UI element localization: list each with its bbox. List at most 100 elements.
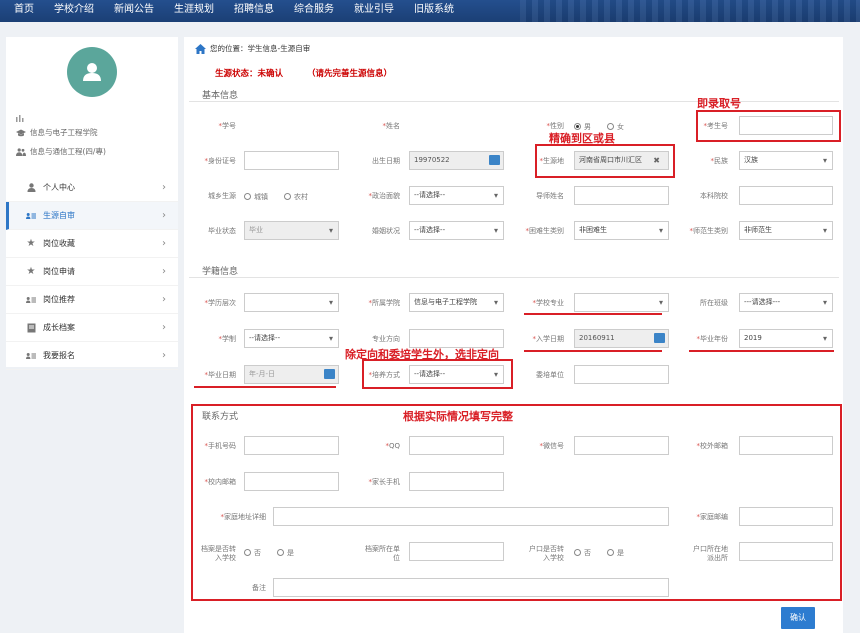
class-select[interactable]: ---请选择--- bbox=[739, 293, 833, 312]
confirm-button[interactable]: 确认 bbox=[781, 607, 815, 629]
user-icon bbox=[83, 63, 101, 81]
nav-home[interactable]: 首页 bbox=[0, 0, 44, 22]
id-card-label: *身份证号 bbox=[204, 157, 237, 165]
annotation-exam-no: 即录取号 bbox=[697, 97, 741, 110]
sidebar-major: 信息与通信工程(四/專) bbox=[16, 146, 106, 157]
nav-services[interactable]: 综合服务 bbox=[284, 0, 344, 22]
annotation-box-train-mode bbox=[362, 359, 513, 389]
underline-enroll bbox=[524, 350, 662, 352]
main-panel: 您的位置：学生信息-生源自审 生源状态：未确认 （请先完善生源信息） 基本信息 *… bbox=[184, 37, 843, 633]
college-label: *所属学院 bbox=[368, 299, 401, 307]
political-label: *政治面貌 bbox=[368, 192, 401, 200]
urban-rural-label: 城乡生源 bbox=[208, 192, 236, 200]
person-icon bbox=[26, 183, 36, 193]
sidebar-item-job-applications[interactable]: ★ 岗位申请 › bbox=[6, 258, 178, 286]
marital-select[interactable]: --请选择-- bbox=[409, 221, 504, 240]
grad-status-label: 毕业状态 bbox=[208, 227, 236, 235]
hardship-select[interactable]: 非困难生 bbox=[574, 221, 669, 240]
nav-employment-guide[interactable]: 就业引导 bbox=[344, 0, 404, 22]
urban-radio[interactable]: 城镇 bbox=[244, 192, 268, 202]
star-icon: ★ bbox=[26, 238, 36, 249]
grad-status-select[interactable]: 毕业 bbox=[244, 221, 339, 240]
student-id-label: *学号 bbox=[218, 122, 237, 130]
political-select[interactable]: --请选择-- bbox=[409, 186, 504, 205]
sidebar-item-source-review[interactable]: 生源自审 › bbox=[6, 202, 178, 230]
annotation-box-contact bbox=[191, 404, 842, 601]
nav-recruitment[interactable]: 招聘信息 bbox=[224, 0, 284, 22]
id-card-icon bbox=[26, 295, 36, 305]
undergrad-input[interactable] bbox=[739, 186, 833, 205]
annotation-train-mode: 除定向和委培学生外，选非定向 bbox=[345, 348, 499, 361]
divider bbox=[189, 277, 839, 278]
blurred-user-name bbox=[16, 114, 76, 122]
tutor-input[interactable] bbox=[574, 186, 669, 205]
sidebar-college: 信息与电子工程学院 bbox=[16, 127, 98, 138]
chevron-right-icon: › bbox=[162, 322, 166, 333]
normal-select[interactable]: 非师范生 bbox=[739, 221, 833, 240]
entrust-input[interactable] bbox=[574, 365, 669, 384]
underline-grad-year bbox=[689, 350, 834, 352]
book-icon bbox=[26, 323, 36, 333]
undergrad-label: 本科院校 bbox=[700, 192, 728, 200]
breadcrumb: 您的位置：学生信息-生源自审 bbox=[195, 43, 310, 54]
section-title-basic: 基本信息 bbox=[202, 91, 239, 101]
level-select[interactable] bbox=[244, 293, 339, 312]
sidebar-item-sign-up[interactable]: 我要报名 › bbox=[6, 342, 178, 370]
underline-grad-date bbox=[194, 386, 336, 388]
nav-career-planning[interactable]: 生涯规划 bbox=[164, 0, 224, 22]
nav-school-intro[interactable]: 学校介绍 bbox=[44, 0, 104, 22]
underline-major bbox=[524, 313, 662, 315]
name-label: *姓名 bbox=[382, 122, 401, 130]
sidebar-item-growth-archive[interactable]: 成长档案 › bbox=[6, 314, 178, 342]
id-card-input[interactable] bbox=[244, 151, 339, 170]
chevron-right-icon: › bbox=[162, 210, 166, 221]
id-card-icon bbox=[26, 211, 36, 221]
sidebar-item-personal-center[interactable]: 个人中心 › bbox=[6, 174, 178, 202]
annotation-contact: 根据实际情况填写完整 bbox=[403, 410, 513, 423]
rural-radio[interactable]: 农村 bbox=[284, 192, 308, 202]
entrust-label: 委培单位 bbox=[536, 371, 564, 379]
home-icon[interactable] bbox=[195, 43, 206, 54]
grad-year-select[interactable]: 2019 bbox=[739, 329, 833, 348]
major-select[interactable] bbox=[574, 293, 669, 312]
section-title-school: 学籍信息 bbox=[202, 267, 239, 277]
grad-year-label: *毕业年份 bbox=[696, 335, 729, 343]
birth-date-input[interactable]: 19970522 bbox=[409, 151, 504, 170]
divider bbox=[189, 101, 839, 102]
tutor-label: 导师姓名 bbox=[536, 192, 564, 200]
enroll-label: *入学日期 bbox=[532, 335, 565, 343]
marital-label: 婚姻状况 bbox=[372, 227, 400, 235]
status-text: 生源状态：未确认 （请先完善生源信息） bbox=[215, 69, 393, 79]
urban-rural-radio-group: 城镇 农村 bbox=[244, 192, 308, 202]
college-select[interactable]: 信息与电子工程学院 bbox=[409, 293, 504, 312]
star-icon: ★ bbox=[26, 266, 36, 277]
nav-news[interactable]: 新闻公告 bbox=[104, 0, 164, 22]
level-label: *学历层次 bbox=[204, 299, 237, 307]
ethnic-label: *民族 bbox=[710, 157, 729, 165]
sidebar: 信息与电子工程学院 信息与通信工程(四/專) 个人中心 › 生源自审 › ★ 岗… bbox=[6, 37, 178, 370]
graduation-cap-icon bbox=[16, 129, 26, 136]
calendar-icon[interactable] bbox=[324, 369, 335, 379]
grad-date-input[interactable]: 年-月-日 bbox=[244, 365, 339, 384]
sidebar-menu: 个人中心 › 生源自审 › ★ 岗位收藏 › ★ 岗位申请 › 岗位推荐 › 成… bbox=[6, 174, 178, 370]
duration-label: *学制 bbox=[218, 335, 237, 343]
duration-select[interactable]: --请选择-- bbox=[244, 329, 339, 348]
calendar-icon[interactable] bbox=[489, 155, 500, 165]
annotation-box-exam-no bbox=[696, 110, 841, 142]
sidebar-item-job-favorites[interactable]: ★ 岗位收藏 › bbox=[6, 230, 178, 258]
ethnic-select[interactable]: 汉族 bbox=[739, 151, 833, 170]
header-decoration bbox=[520, 0, 860, 22]
avatar bbox=[67, 47, 117, 97]
sidebar-item-job-recommendations[interactable]: 岗位推荐 › bbox=[6, 286, 178, 314]
annotation-box-origin bbox=[535, 144, 675, 178]
class-label: 所在班级 bbox=[700, 299, 728, 307]
calendar-icon[interactable] bbox=[654, 333, 665, 343]
id-card-icon bbox=[26, 351, 36, 361]
nav-old-system[interactable]: 旧版系统 bbox=[404, 0, 464, 22]
people-icon bbox=[16, 147, 26, 156]
chevron-right-icon: › bbox=[162, 350, 166, 361]
annotation-origin: 精确到区或县 bbox=[549, 132, 615, 145]
direction-label: 专业方向 bbox=[372, 335, 400, 343]
top-navigation: 首页 学校介绍 新闻公告 生涯规划 招聘信息 综合服务 就业引导 旧版系统 bbox=[0, 0, 860, 22]
enroll-date-input[interactable]: 20160911 bbox=[574, 329, 669, 348]
